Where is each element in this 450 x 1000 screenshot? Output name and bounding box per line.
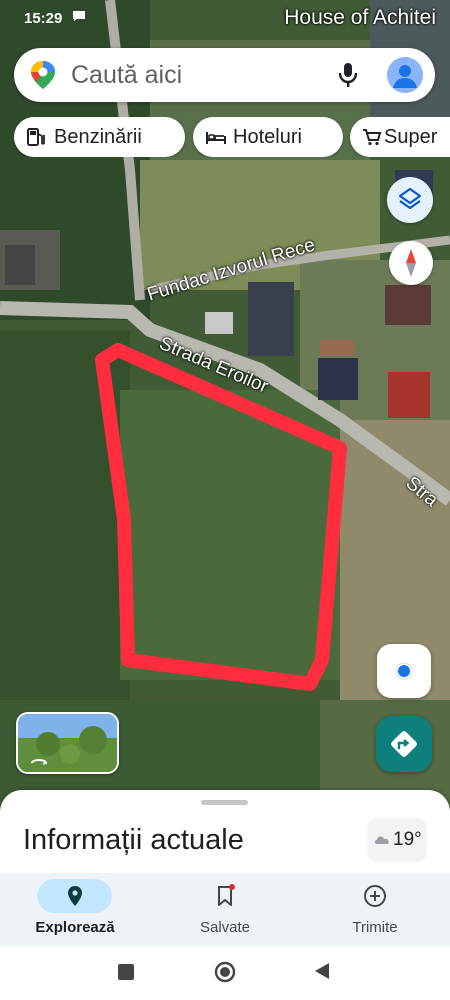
- nav-label: Trimite: [352, 919, 398, 936]
- nav-label: Salvate: [199, 919, 251, 936]
- category-chips: Benzinării Hoteluri Super: [14, 117, 450, 157]
- location-pin-icon: [63, 884, 87, 908]
- weather-temperature: 19°: [393, 829, 422, 850]
- home-icon: [214, 961, 236, 983]
- chip-gas-stations[interactable]: Benzinării: [14, 117, 185, 157]
- layers-button[interactable]: [387, 177, 433, 223]
- chip-hotels[interactable]: Hoteluri: [193, 117, 343, 157]
- cloud-icon: [373, 832, 391, 844]
- my-location-icon: [395, 662, 413, 680]
- bottom-navigation: Explorează Salvate Trimite: [0, 873, 450, 946]
- person-icon: [387, 57, 423, 93]
- my-location-button[interactable]: [377, 644, 431, 698]
- nav-explore[interactable]: Explorează: [0, 873, 150, 946]
- chip-supermarkets[interactable]: Super: [350, 117, 450, 157]
- chip-label: Hoteluri: [233, 126, 302, 148]
- map-place-label[interactable]: House of Achitei: [284, 6, 436, 30]
- microphone-icon[interactable]: [337, 61, 359, 89]
- add-circle-icon: [363, 884, 387, 908]
- layers-icon: [398, 187, 422, 210]
- directions-button[interactable]: [376, 716, 432, 772]
- maps-pin-logo-icon: [30, 60, 56, 90]
- search-bar[interactable]: Caută aici: [14, 48, 435, 102]
- message-notification-icon: [72, 10, 86, 25]
- search-input[interactable]: Caută aici: [71, 61, 182, 90]
- bookmark-icon: [213, 884, 237, 908]
- back-button[interactable]: [314, 962, 330, 985]
- drag-handle[interactable]: [201, 800, 248, 805]
- shopping-cart-icon: [362, 128, 382, 146]
- account-avatar[interactable]: [387, 57, 423, 93]
- bed-icon: [205, 128, 226, 146]
- compass-icon: [406, 249, 416, 277]
- recent-apps-button[interactable]: [118, 964, 134, 985]
- home-button[interactable]: [214, 961, 236, 988]
- sheet-title: Informații actuale: [23, 824, 244, 856]
- nav-contribute[interactable]: Trimite: [300, 873, 450, 946]
- nav-label: Explorează: [35, 919, 115, 936]
- back-icon: [315, 963, 329, 979]
- gas-station-icon: [26, 128, 46, 146]
- street-view-photo: [18, 714, 117, 772]
- chip-label: Super: [384, 126, 438, 148]
- compass-button[interactable]: [389, 241, 433, 285]
- directions-icon: [391, 731, 417, 757]
- street-view-thumbnail[interactable]: [16, 712, 119, 774]
- system-navigation-bar: [0, 946, 450, 1000]
- recent-apps-icon: [118, 964, 134, 980]
- chip-label: Benzinării: [54, 126, 142, 148]
- nav-saved[interactable]: Salvate: [150, 873, 300, 946]
- status-time: 15:29: [24, 10, 63, 27]
- weather-badge[interactable]: 19°: [367, 818, 427, 862]
